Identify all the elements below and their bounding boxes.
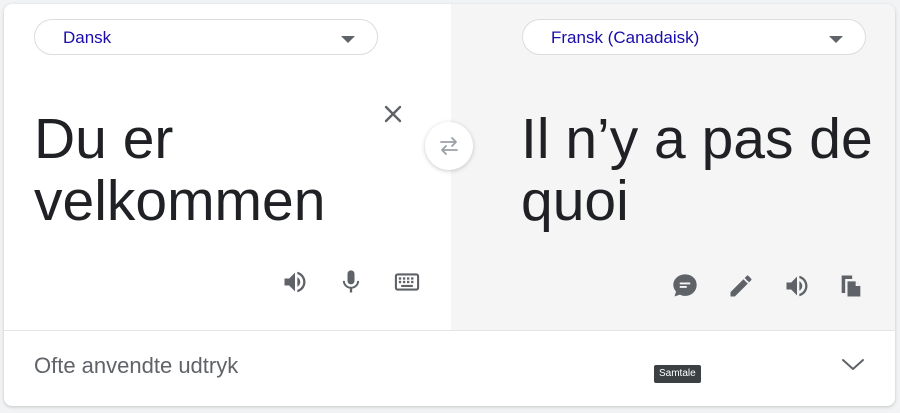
clear-button[interactable] xyxy=(380,101,406,127)
speaker-icon xyxy=(284,271,306,293)
source-language-label: Dansk xyxy=(63,28,112,47)
microphone-button[interactable] xyxy=(334,265,368,299)
source-listen-button[interactable] xyxy=(278,265,312,299)
target-language-label: Fransk (Canadaisk) xyxy=(551,28,700,47)
common-phrases-label: Ofte anvendte udtryk xyxy=(34,353,239,378)
keyboard-icon xyxy=(394,273,420,291)
copy-button[interactable] xyxy=(834,269,868,303)
speaker-icon xyxy=(786,275,808,297)
caret-down-icon xyxy=(829,36,843,43)
conversation-button[interactable] xyxy=(668,269,702,303)
target-language-select[interactable]: Fransk (Canadaisk) xyxy=(522,19,866,55)
translate-card: Dansk Fransk (Canadaisk) Du er velkommen… xyxy=(4,4,895,406)
keyboard-button[interactable] xyxy=(390,265,424,299)
pencil-icon xyxy=(730,275,752,297)
source-text-line-1[interactable]: Du er xyxy=(34,108,173,170)
close-icon xyxy=(384,105,402,123)
copy-icon xyxy=(841,275,861,297)
conversation-tooltip: Samtale xyxy=(654,365,701,383)
source-text-line-2[interactable]: velkommen xyxy=(34,170,325,232)
translation-text-line-1: Il n’y a pas de xyxy=(521,107,873,171)
swap-languages-button[interactable] xyxy=(425,122,473,170)
translation-text-line-2: quoi xyxy=(521,169,629,233)
source-language-select[interactable]: Dansk xyxy=(34,19,378,55)
edit-button[interactable] xyxy=(724,269,758,303)
conversation-icon xyxy=(673,274,697,297)
swap-icon xyxy=(440,137,458,155)
translation-listen-button[interactable] xyxy=(780,269,814,303)
caret-down-icon xyxy=(341,36,355,43)
microphone-icon xyxy=(342,270,360,293)
chevron-down-icon[interactable] xyxy=(838,354,868,374)
